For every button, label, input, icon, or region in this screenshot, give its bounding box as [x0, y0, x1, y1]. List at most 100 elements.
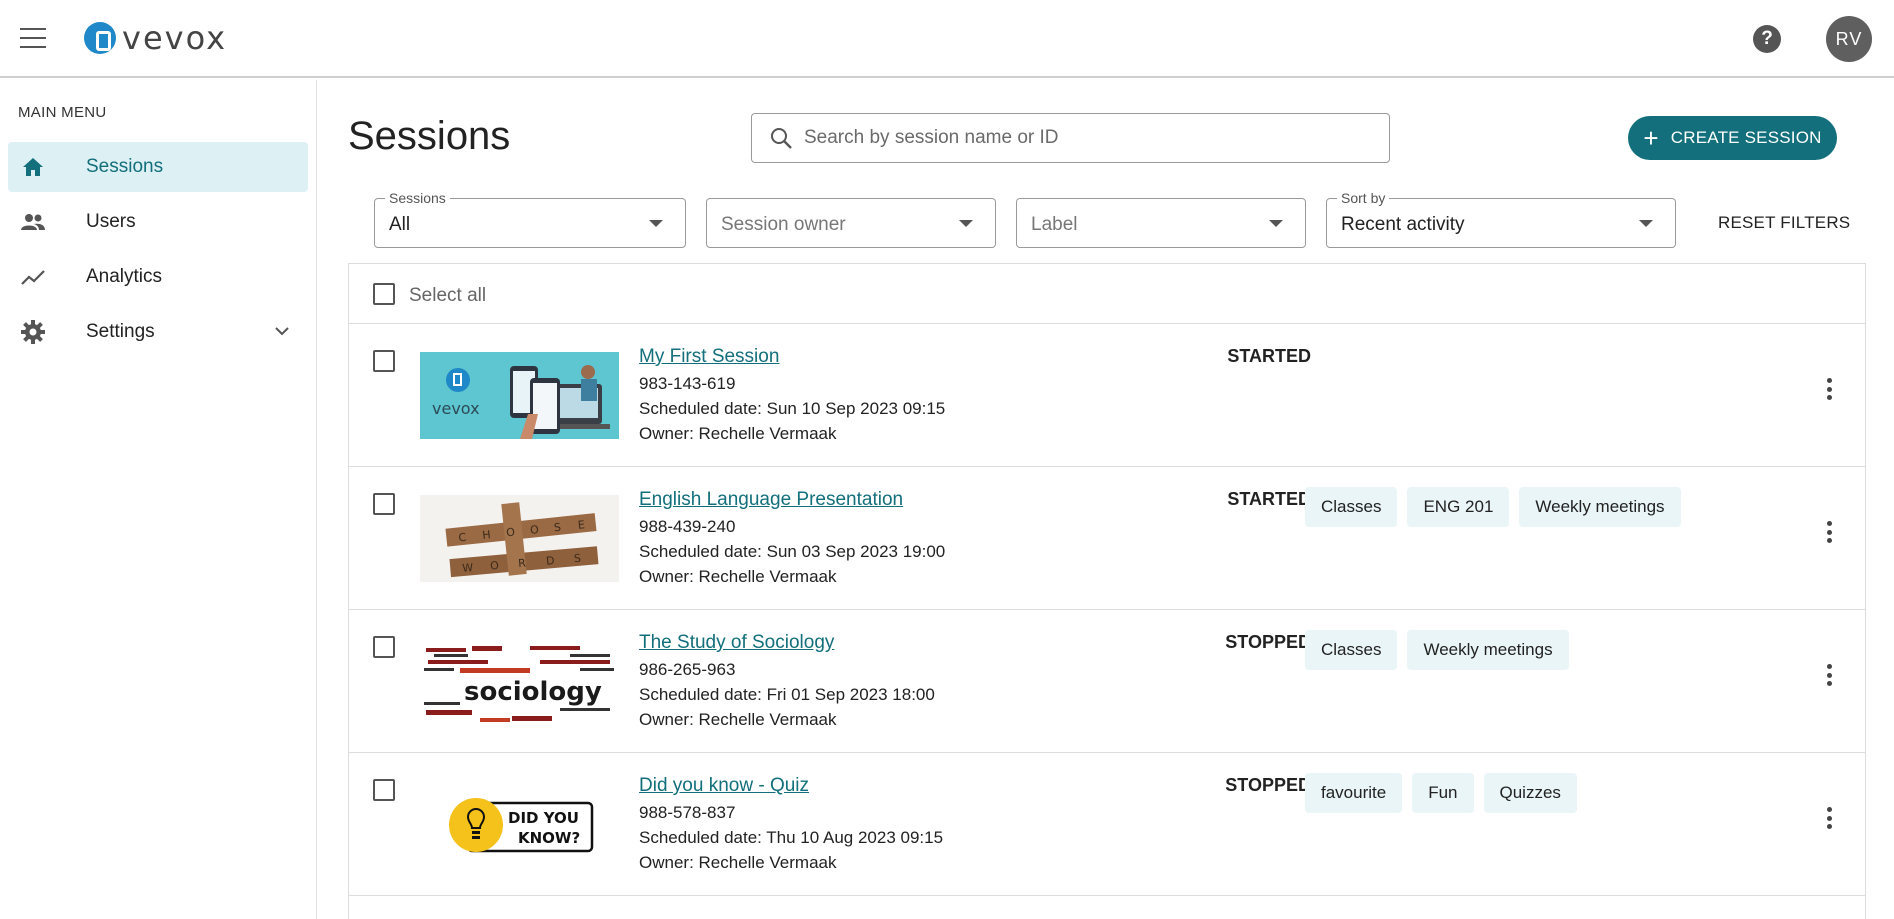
label-filter-placeholder: Label	[1031, 214, 1078, 235]
session-status: STARTED	[1227, 489, 1311, 509]
sidebar-item-label: Settings	[86, 321, 155, 342]
select-all-checkbox[interactable]	[373, 283, 395, 305]
thumbnail-tile-s2: S	[573, 552, 581, 566]
thumbnail-vevox-text: vevox	[432, 399, 480, 418]
session-status: STARTED	[1227, 346, 1311, 366]
row-checkbox[interactable]	[373, 636, 395, 658]
user-avatar[interactable]: RV	[1826, 16, 1872, 62]
session-owner: Owner: Rechelle Vermaak	[639, 853, 837, 872]
more-options-icon[interactable]	[1819, 660, 1839, 690]
more-options-icon[interactable]	[1819, 803, 1839, 833]
sessions-filter-value: All	[389, 214, 411, 235]
sort-by-filter[interactable]: Sort by Recent activity	[1326, 190, 1676, 248]
more-options-icon[interactable]	[1819, 374, 1839, 404]
help-icon[interactable]: ?	[1753, 25, 1781, 53]
vevox-logo-mark	[84, 22, 116, 54]
thumbnail-know-text: KNOW?	[518, 829, 580, 847]
sessions-filter[interactable]: Sessions All	[374, 190, 686, 248]
users-icon	[20, 209, 46, 235]
session-tag[interactable]: Weekly meetings	[1519, 487, 1681, 527]
session-thumbnail[interactable]: C H O O S E W O R D S	[420, 495, 619, 582]
thumbnail-tile-o3: O	[490, 559, 500, 573]
label-filter[interactable]: Label	[1016, 198, 1306, 248]
plus-icon: +	[1643, 123, 1659, 153]
session-tag[interactable]: Classes	[1305, 487, 1398, 527]
session-tag[interactable]: Weekly meetings	[1407, 630, 1569, 670]
sessions-table: Select all vevox My First Session 983-14…	[348, 263, 1866, 919]
session-status: STOPPED	[1225, 632, 1311, 652]
gear-icon	[20, 319, 46, 345]
sort-by-label: Sort by	[1337, 190, 1390, 206]
thumbnail-tile-o2: O	[529, 523, 539, 537]
caret-down-icon	[649, 220, 663, 227]
select-all-row: Select all	[349, 264, 1865, 324]
session-owner: Owner: Rechelle Vermaak	[639, 567, 837, 586]
session-tags: Classes ENG 201 Weekly meetings	[1305, 487, 1681, 527]
more-options-icon[interactable]	[1819, 517, 1839, 547]
sessions-filter-label: Sessions	[385, 190, 450, 206]
sidebar-item-users[interactable]: Users	[8, 197, 308, 247]
session-tag[interactable]: favourite	[1305, 773, 1403, 813]
logo-text: vevox	[122, 19, 228, 57]
vevox-logo[interactable]: vevox	[84, 19, 228, 57]
reset-filters-button[interactable]: RESET FILTERS	[1718, 213, 1850, 233]
search-input[interactable]	[804, 127, 1364, 149]
session-tag[interactable]: ENG 201	[1407, 487, 1510, 527]
session-owner-filter[interactable]: Session owner	[706, 198, 996, 248]
row-checkbox[interactable]	[373, 350, 395, 372]
thumbnail-tile-r: R	[518, 556, 527, 570]
row-checkbox[interactable]	[373, 493, 395, 515]
sidebar-item-label: Users	[86, 211, 136, 232]
session-id: 983-143-619	[639, 374, 736, 393]
thumbnail-tile-e: E	[577, 518, 585, 532]
sidebar-item-analytics[interactable]: Analytics	[8, 252, 308, 302]
create-session-button[interactable]: + CREATE SESSION	[1628, 116, 1837, 160]
top-bar: vevox ? RV	[0, 0, 1894, 78]
main-menu-heading: MAIN MENU	[18, 104, 107, 121]
menu-icon[interactable]	[20, 28, 46, 48]
sidebar: MAIN MENU Sessions Users Analytics Setti…	[0, 80, 317, 919]
search-icon	[771, 128, 792, 149]
page-title: Sessions	[348, 114, 511, 158]
session-scheduled-date: Scheduled date: Thu 10 Aug 2023 09:15	[639, 828, 944, 847]
row-checkbox[interactable]	[373, 779, 395, 801]
search-box[interactable]	[751, 113, 1390, 163]
session-name-link[interactable]: Did you know - Quiz	[639, 775, 809, 797]
session-thumbnail[interactable]: vevox	[420, 352, 619, 439]
session-owner: Owner: Rechelle Vermaak	[639, 710, 837, 729]
thumbnail-tile-o: O	[506, 526, 516, 540]
session-tags: Classes Weekly meetings	[1305, 630, 1569, 670]
table-row: DID YOU KNOW? Did you know - Quiz 988-57…	[349, 753, 1865, 896]
session-thumbnail[interactable]: sociology	[420, 638, 619, 725]
caret-down-icon	[1269, 220, 1283, 227]
create-session-label: CREATE SESSION	[1670, 128, 1822, 147]
session-scheduled-date: Scheduled date: Sun 03 Sep 2023 19:00	[639, 542, 946, 561]
sort-by-value: Recent activity	[1341, 214, 1465, 235]
session-name-link[interactable]: English Language Presentation	[639, 489, 903, 511]
session-scheduled-date: Scheduled date: Fri 01 Sep 2023 18:00	[639, 685, 935, 704]
thumbnail-tile-h: H	[482, 528, 492, 542]
sidebar-item-settings[interactable]: Settings	[8, 307, 308, 357]
caret-down-icon	[959, 220, 973, 227]
trend-icon	[20, 264, 46, 290]
table-row: C H O O S E W O R D S English Language P…	[349, 467, 1865, 610]
session-scheduled-date: Scheduled date: Sun 10 Sep 2023 09:15	[639, 399, 946, 418]
home-icon	[20, 154, 46, 180]
thumbnail-tile-d: D	[545, 554, 555, 568]
chevron-down-icon[interactable]	[274, 323, 290, 341]
caret-down-icon	[1639, 220, 1653, 227]
session-id: 988-578-837	[639, 803, 736, 822]
thumbnail-tile-w: W	[462, 561, 474, 575]
sidebar-item-label: Analytics	[86, 266, 163, 287]
session-tag[interactable]: Fun	[1412, 773, 1474, 813]
session-status: STOPPED	[1225, 775, 1311, 795]
session-tag[interactable]: Classes	[1305, 630, 1398, 670]
session-name-link[interactable]: The Study of Sociology	[639, 632, 834, 654]
session-thumbnail[interactable]: DID YOU KNOW?	[420, 781, 619, 868]
sidebar-item-sessions[interactable]: Sessions	[8, 142, 308, 192]
session-name-link[interactable]: My First Session	[639, 346, 779, 368]
sidebar-item-label: Sessions	[86, 156, 164, 177]
session-owner: Owner: Rechelle Vermaak	[639, 424, 837, 443]
session-tags: favourite Fun Quizzes	[1305, 773, 1577, 813]
session-tag[interactable]: Quizzes	[1483, 773, 1577, 813]
